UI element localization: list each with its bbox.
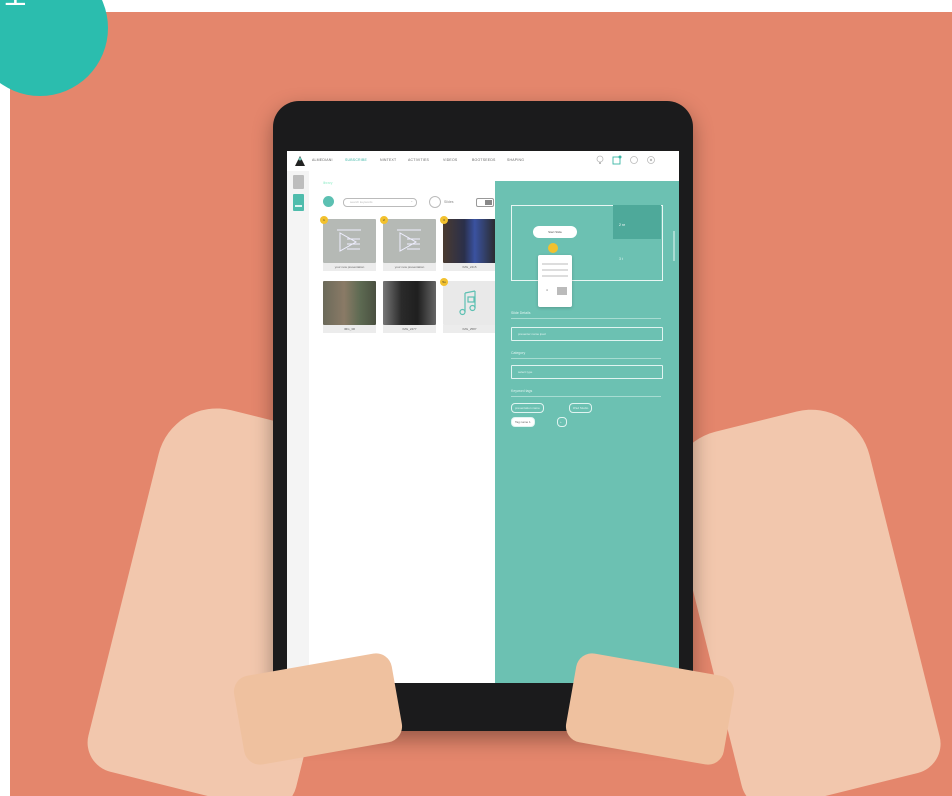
flow-node-label: Start Slide [548, 230, 562, 234]
photo-thumbnail [383, 281, 436, 325]
media-tile[interactable]: your new presentation 1 [320, 216, 376, 272]
add-tag-button[interactable]: + [557, 417, 567, 427]
popup-button[interactable] [557, 287, 567, 295]
media-tile[interactable]: IMG_2415 3 [440, 216, 496, 272]
tile-caption: IMG_2477 [383, 325, 436, 333]
presentation-icon [397, 229, 421, 252]
chevron-down-icon: ⌄ [410, 199, 413, 203]
tile-caption: IMG_2415 [443, 263, 496, 271]
map-label: 2 nr [619, 223, 626, 227]
tile-badge: 2 [380, 216, 388, 224]
photo-thumbnail [443, 219, 496, 263]
presentation-icon [337, 229, 361, 252]
popup-line [542, 263, 568, 265]
media-icon[interactable] [293, 194, 304, 211]
field-value: select type [518, 370, 533, 374]
audio-thumbnail [443, 281, 496, 325]
section-label: Category [511, 351, 526, 355]
inspector-scrollbar[interactable] [673, 231, 675, 261]
filter-label: Slides [444, 200, 454, 204]
node-popup: 4 [538, 255, 572, 307]
view-toggle[interactable] [476, 198, 494, 207]
divider [511, 318, 661, 319]
folder-icon[interactable] [293, 175, 304, 189]
map-label: 3 t [619, 257, 623, 261]
popup-line [542, 269, 568, 271]
tag-chip[interactable]: iPad Studio [569, 403, 593, 413]
flow-node[interactable]: Start Slide [533, 226, 577, 238]
chat-icon[interactable] [629, 155, 639, 165]
media-tile[interactable]: IMG_2587 5u [440, 278, 496, 334]
step-number: 1 [0, 0, 31, 18]
photo-thumbnail [323, 281, 376, 325]
settings-icon[interactable] [646, 155, 656, 165]
media-tile[interactable]: IMG_3R [323, 281, 376, 334]
tile-caption: IMG_3R [323, 325, 376, 333]
tile-badge: 1 [320, 216, 328, 224]
app-logo-icon[interactable] [294, 155, 306, 167]
tag-chip[interactable]: presentation name [511, 403, 544, 413]
inspector-panel: 2 nr 3 t Start Slide 4 Slide Details pre… [495, 181, 679, 683]
media-tile[interactable]: IMG_2477 [383, 281, 436, 334]
tile-badge: 5u [440, 278, 448, 286]
nav-item-6[interactable]: SHAPING [507, 158, 524, 162]
section-label: Keyword tags [511, 389, 533, 393]
nav-item-4[interactable]: VIDEOS [443, 158, 457, 162]
add-media-button[interactable] [323, 196, 334, 207]
nav-item-0[interactable]: ALMEDIANI [312, 158, 333, 162]
field-value: presenter name ipad [518, 332, 546, 336]
media-library-panel: library search keywords ⌄ Slides your ne… [311, 171, 507, 683]
nav-item-5[interactable]: BOOTSEEDS [472, 158, 496, 162]
nav-item-3[interactable]: ACTIVITIES [408, 158, 429, 162]
left-toolbar [287, 171, 309, 683]
search-placeholder: search keywords [350, 200, 373, 204]
slide-thumbnail [383, 219, 436, 263]
lightbulb-icon[interactable] [595, 155, 605, 165]
share-icon[interactable] [612, 155, 622, 165]
nav-item-2[interactable]: NINTEXT [380, 158, 396, 162]
slide-thumbnail [323, 219, 376, 263]
top-nav: ALMEDIANI SUBSCRIBE NINTEXT ACTIVITIES V… [287, 151, 679, 171]
slide-details-field[interactable]: presenter name ipad [511, 327, 663, 341]
divider [511, 396, 661, 397]
media-tile[interactable]: your new presentation 2 [380, 216, 436, 272]
search-input[interactable]: search keywords ⌄ [343, 198, 417, 207]
popup-value: 4 [546, 288, 548, 292]
app-screen: ALMEDIANI SUBSCRIBE NINTEXT ACTIVITIES V… [287, 151, 679, 683]
popup-line [542, 275, 568, 277]
tile-caption: your new presentation [323, 263, 376, 271]
tile-caption: IMG_2587 [443, 325, 496, 333]
tablet-device: ALMEDIANI SUBSCRIBE NINTEXT ACTIVITIES V… [273, 101, 693, 731]
music-note-icon [459, 290, 476, 316]
library-heading: library [323, 181, 333, 185]
connector-dot[interactable] [548, 243, 558, 253]
category-field[interactable]: select type [511, 365, 663, 379]
background-scene: ALMEDIANI SUBSCRIBE NINTEXT ACTIVITIES V… [10, 12, 952, 796]
section-label: Slide Details [511, 311, 531, 315]
tag-chip[interactable]: Tag name 1 [511, 417, 535, 427]
tile-caption: your new presentation [383, 263, 436, 271]
nav-item-1[interactable]: SUBSCRIBE [345, 158, 367, 162]
tile-badge: 3 [440, 216, 448, 224]
map-active-cell[interactable] [613, 205, 661, 239]
filter-radio[interactable] [429, 196, 441, 208]
divider [511, 358, 661, 359]
right-thumb [563, 650, 737, 768]
